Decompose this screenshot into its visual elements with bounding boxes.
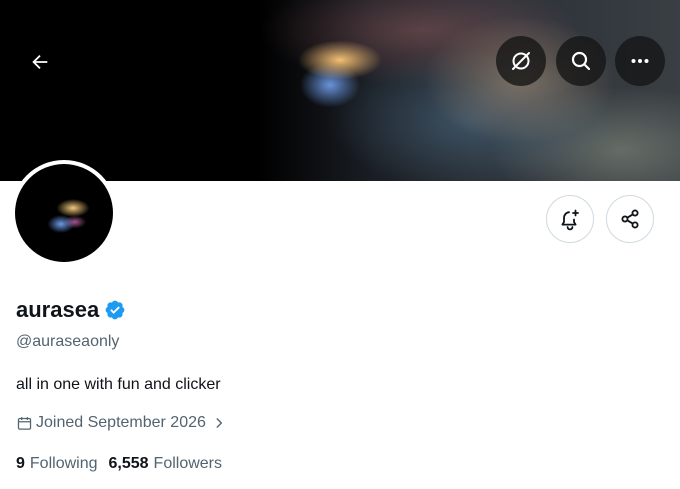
back-button[interactable]	[18, 40, 62, 84]
back-arrow-icon	[32, 54, 48, 70]
search-button[interactable]	[556, 36, 606, 86]
verified-badge-icon[interactable]	[104, 299, 126, 321]
bio: all in one with fun and clicker	[16, 376, 221, 393]
more-icon	[631, 59, 649, 63]
share-icon	[621, 209, 639, 229]
avatar[interactable]	[11, 160, 117, 266]
notification-add-icon	[561, 209, 579, 231]
share-button[interactable]	[606, 195, 654, 243]
followers-label: Followers	[153, 455, 223, 472]
following-count: 9	[16, 455, 25, 472]
translate-off-icon	[512, 52, 530, 70]
calendar-icon	[17, 416, 32, 430]
profile-banner	[0, 0, 680, 181]
followers-link[interactable]: 6,558 Followers	[109, 455, 223, 473]
following-link[interactable]: 9 Following	[16, 455, 98, 473]
avatar-image	[15, 164, 113, 262]
chevron-right-icon	[216, 418, 222, 428]
following-label: Following	[29, 455, 98, 472]
notifications-button[interactable]	[546, 195, 594, 243]
follow-stats: 9 Following 6,558 Followers	[16, 455, 222, 473]
handle: @auraseaonly	[16, 333, 120, 350]
display-name-row: aurasea	[16, 297, 126, 323]
joined-date-row[interactable]: Joined September 2026	[16, 414, 226, 432]
followers-count: 6,558	[108, 455, 149, 472]
search-icon	[571, 51, 591, 71]
more-button[interactable]	[615, 36, 665, 86]
joined-date: Joined September 2026	[36, 414, 206, 431]
display-name: aurasea	[16, 297, 100, 322]
translate-off-button[interactable]	[496, 36, 546, 86]
profile-page: aurasea @auraseaonly all in one with fun…	[0, 0, 680, 489]
